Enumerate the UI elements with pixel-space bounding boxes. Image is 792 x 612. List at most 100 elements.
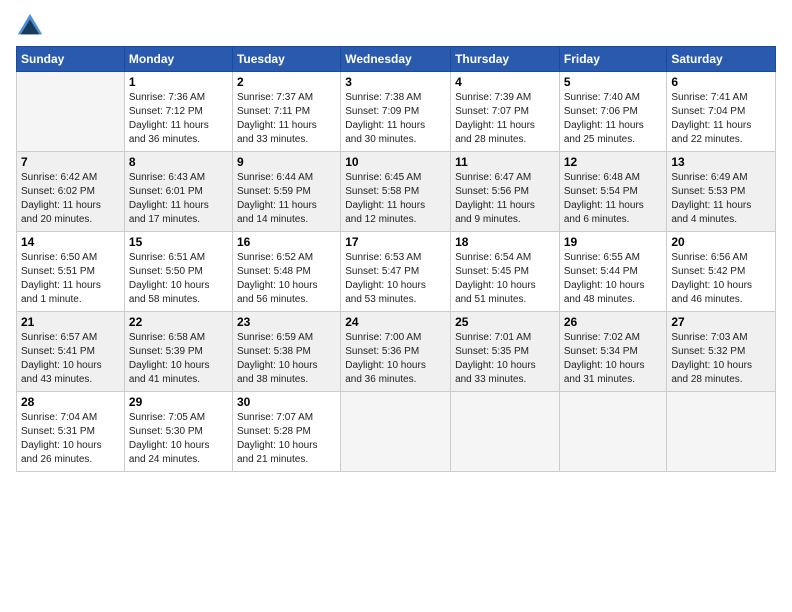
day-number: 19	[564, 235, 663, 249]
day-info: Sunrise: 6:53 AMSunset: 5:47 PMDaylight:…	[345, 251, 446, 307]
day-number: 16	[237, 235, 336, 249]
day-info: Sunrise: 7:40 AMSunset: 7:06 PMDaylight:…	[564, 91, 663, 147]
day-number: 7	[21, 155, 120, 169]
weekday-header: Wednesday	[341, 47, 451, 72]
day-info: Sunrise: 7:04 AMSunset: 5:31 PMDaylight:…	[21, 411, 120, 467]
calendar-cell: 24 Sunrise: 7:00 AMSunset: 5:36 PMDayligh…	[341, 312, 451, 392]
day-info: Sunrise: 7:41 AMSunset: 7:04 PMDaylight:…	[671, 91, 771, 147]
day-info: Sunrise: 7:05 AMSunset: 5:30 PMDaylight:…	[129, 411, 228, 467]
day-number: 26	[564, 315, 663, 329]
day-info: Sunrise: 6:44 AMSunset: 5:59 PMDaylight:…	[237, 171, 336, 227]
page: SundayMondayTuesdayWednesdayThursdayFrid…	[0, 0, 792, 612]
day-info: Sunrise: 6:55 AMSunset: 5:44 PMDaylight:…	[564, 251, 663, 307]
calendar-cell: 6 Sunrise: 7:41 AMSunset: 7:04 PMDaylight…	[667, 72, 776, 152]
day-info: Sunrise: 7:02 AMSunset: 5:34 PMDaylight:…	[564, 331, 663, 387]
day-number: 8	[129, 155, 228, 169]
calendar-cell: 5 Sunrise: 7:40 AMSunset: 7:06 PMDaylight…	[559, 72, 667, 152]
calendar-cell: 9 Sunrise: 6:44 AMSunset: 5:59 PMDaylight…	[232, 152, 340, 232]
calendar-row: 21 Sunrise: 6:57 AMSunset: 5:41 PMDayligh…	[17, 312, 776, 392]
weekday-header: Friday	[559, 47, 667, 72]
day-number: 28	[21, 395, 120, 409]
day-number: 21	[21, 315, 120, 329]
calendar-cell: 17 Sunrise: 6:53 AMSunset: 5:47 PMDayligh…	[341, 232, 451, 312]
calendar-cell: 3 Sunrise: 7:38 AMSunset: 7:09 PMDaylight…	[341, 72, 451, 152]
day-number: 4	[455, 75, 555, 89]
day-number: 12	[564, 155, 663, 169]
calendar-cell: 14Sunrise: 6:50 AMSunset: 5:51 PMDayligh…	[17, 232, 125, 312]
calendar-cell: 30Sunrise: 7:07 AMSunset: 5:28 PMDayligh…	[232, 392, 340, 472]
calendar-cell: 20 Sunrise: 6:56 AMSunset: 5:42 PMDayligh…	[667, 232, 776, 312]
day-info: Sunrise: 6:58 AMSunset: 5:39 PMDaylight:…	[129, 331, 228, 387]
day-info: Sunrise: 7:39 AMSunset: 7:07 PMDaylight:…	[455, 91, 555, 147]
day-number: 11	[455, 155, 555, 169]
day-info: Sunrise: 6:48 AMSunset: 5:54 PMDaylight:…	[564, 171, 663, 227]
calendar-cell: 4 Sunrise: 7:39 AMSunset: 7:07 PMDaylight…	[451, 72, 560, 152]
day-info: Sunrise: 6:56 AMSunset: 5:42 PMDaylight:…	[671, 251, 771, 307]
header-row: SundayMondayTuesdayWednesdayThursdayFrid…	[17, 47, 776, 72]
day-number: 29	[129, 395, 228, 409]
day-number: 23	[237, 315, 336, 329]
day-info: Sunrise: 6:45 AMSunset: 5:58 PMDaylight:…	[345, 171, 446, 227]
calendar-cell	[17, 72, 125, 152]
calendar-cell	[559, 392, 667, 472]
header	[16, 12, 776, 40]
day-number: 25	[455, 315, 555, 329]
calendar-cell: 16Sunrise: 6:52 AMSunset: 5:48 PMDayligh…	[232, 232, 340, 312]
day-number: 14	[21, 235, 120, 249]
calendar-cell: 18 Sunrise: 6:54 AMSunset: 5:45 PMDayligh…	[451, 232, 560, 312]
day-info: Sunrise: 6:59 AMSunset: 5:38 PMDaylight:…	[237, 331, 336, 387]
calendar-cell: 22Sunrise: 6:58 AMSunset: 5:39 PMDayligh…	[124, 312, 232, 392]
day-number: 27	[671, 315, 771, 329]
calendar-cell: 26 Sunrise: 7:02 AMSunset: 5:34 PMDayligh…	[559, 312, 667, 392]
calendar-cell: 28 Sunrise: 7:04 AMSunset: 5:31 PMDayligh…	[17, 392, 125, 472]
calendar-cell: 21 Sunrise: 6:57 AMSunset: 5:41 PMDayligh…	[17, 312, 125, 392]
calendar-row: 14Sunrise: 6:50 AMSunset: 5:51 PMDayligh…	[17, 232, 776, 312]
calendar-cell: 8Sunrise: 6:43 AMSunset: 6:01 PMDaylight…	[124, 152, 232, 232]
day-number: 18	[455, 235, 555, 249]
calendar-body: 1 Sunrise: 7:36 AMSunset: 7:12 PMDaylight…	[17, 72, 776, 472]
day-info: Sunrise: 6:57 AMSunset: 5:41 PMDaylight:…	[21, 331, 120, 387]
day-number: 5	[564, 75, 663, 89]
weekday-header: Tuesday	[232, 47, 340, 72]
day-number: 3	[345, 75, 446, 89]
calendar-cell: 11Sunrise: 6:47 AMSunset: 5:56 PMDayligh…	[451, 152, 560, 232]
weekday-header: Sunday	[17, 47, 125, 72]
weekday-header: Monday	[124, 47, 232, 72]
day-number: 1	[129, 75, 228, 89]
day-number: 20	[671, 235, 771, 249]
day-info: Sunrise: 7:01 AMSunset: 5:35 PMDaylight:…	[455, 331, 555, 387]
day-info: Sunrise: 6:54 AMSunset: 5:45 PMDaylight:…	[455, 251, 555, 307]
calendar-cell: 12 Sunrise: 6:48 AMSunset: 5:54 PMDayligh…	[559, 152, 667, 232]
day-number: 15	[129, 235, 228, 249]
calendar-cell: 13 Sunrise: 6:49 AMSunset: 5:53 PMDayligh…	[667, 152, 776, 232]
calendar-cell: 23 Sunrise: 6:59 AMSunset: 5:38 PMDayligh…	[232, 312, 340, 392]
day-number: 6	[671, 75, 771, 89]
calendar-cell: 25 Sunrise: 7:01 AMSunset: 5:35 PMDayligh…	[451, 312, 560, 392]
day-number: 2	[237, 75, 336, 89]
day-info: Sunrise: 7:37 AMSunset: 7:11 PMDaylight:…	[237, 91, 336, 147]
calendar-cell: 7Sunrise: 6:42 AMSunset: 6:02 PMDaylight…	[17, 152, 125, 232]
calendar-cell: 15Sunrise: 6:51 AMSunset: 5:50 PMDayligh…	[124, 232, 232, 312]
day-info: Sunrise: 7:36 AMSunset: 7:12 PMDaylight:…	[129, 91, 228, 147]
calendar-cell	[451, 392, 560, 472]
calendar-row: 28 Sunrise: 7:04 AMSunset: 5:31 PMDayligh…	[17, 392, 776, 472]
day-info: Sunrise: 7:07 AMSunset: 5:28 PMDaylight:…	[237, 411, 336, 467]
day-number: 13	[671, 155, 771, 169]
day-number: 9	[237, 155, 336, 169]
day-info: Sunrise: 7:00 AMSunset: 5:36 PMDaylight:…	[345, 331, 446, 387]
calendar-row: 7Sunrise: 6:42 AMSunset: 6:02 PMDaylight…	[17, 152, 776, 232]
calendar-cell: 2 Sunrise: 7:37 AMSunset: 7:11 PMDaylight…	[232, 72, 340, 152]
weekday-header: Thursday	[451, 47, 560, 72]
day-number: 17	[345, 235, 446, 249]
calendar-cell: 19 Sunrise: 6:55 AMSunset: 5:44 PMDayligh…	[559, 232, 667, 312]
calendar-header: SundayMondayTuesdayWednesdayThursdayFrid…	[17, 47, 776, 72]
day-info: Sunrise: 6:49 AMSunset: 5:53 PMDaylight:…	[671, 171, 771, 227]
day-info: Sunrise: 7:03 AMSunset: 5:32 PMDaylight:…	[671, 331, 771, 387]
logo	[16, 12, 46, 40]
day-info: Sunrise: 7:38 AMSunset: 7:09 PMDaylight:…	[345, 91, 446, 147]
day-number: 10	[345, 155, 446, 169]
calendar-cell: 10 Sunrise: 6:45 AMSunset: 5:58 PMDayligh…	[341, 152, 451, 232]
weekday-header: Saturday	[667, 47, 776, 72]
day-number: 24	[345, 315, 446, 329]
calendar-row: 1 Sunrise: 7:36 AMSunset: 7:12 PMDaylight…	[17, 72, 776, 152]
